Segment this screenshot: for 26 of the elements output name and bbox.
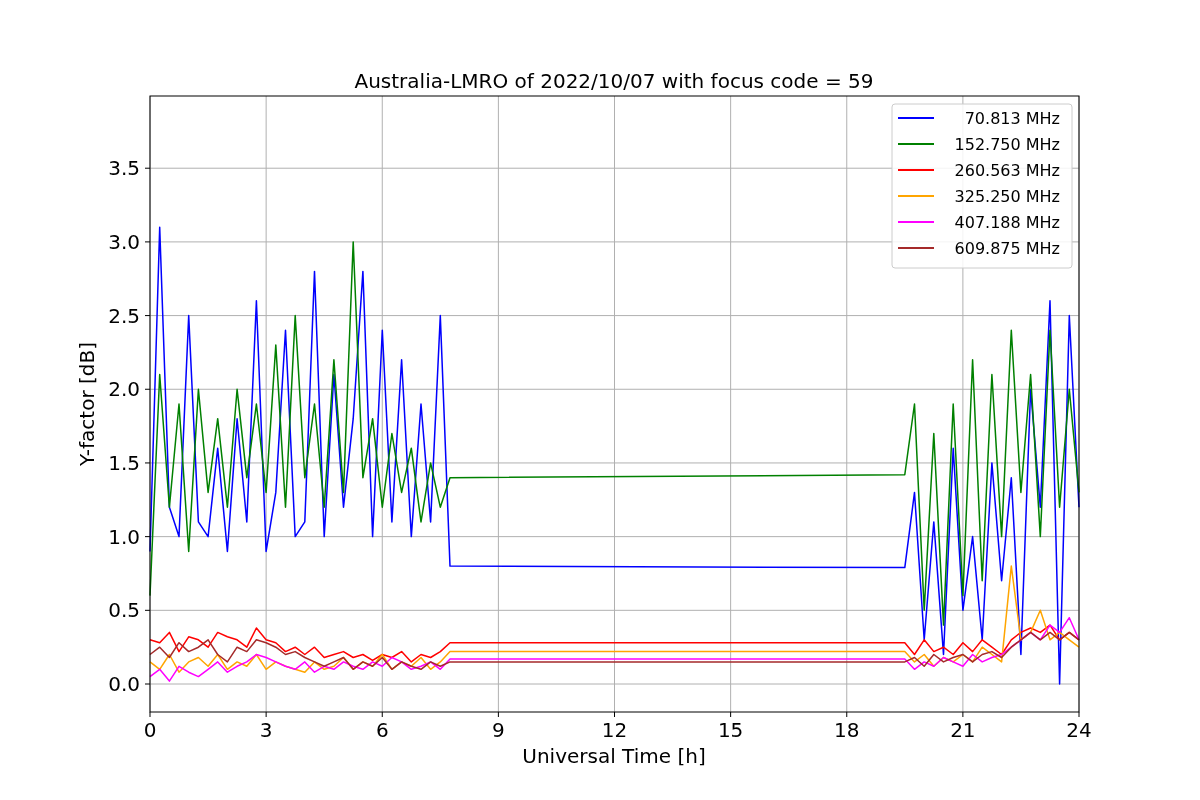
x-axis-label: Universal Time [h] bbox=[522, 744, 706, 768]
chart-title: Australia-LMRO of 2022/10/07 with focus code = 59 bbox=[354, 69, 874, 93]
x-tick-label: 9 bbox=[492, 718, 505, 742]
x-tick-label: 18 bbox=[834, 718, 860, 742]
x-tick-label: 12 bbox=[601, 718, 628, 742]
legend-label: 152.750 MHz bbox=[954, 135, 1060, 154]
y-tick-label: 0.0 bbox=[108, 672, 140, 696]
x-tick-label: 21 bbox=[950, 718, 976, 742]
y-tick-label: 3.5 bbox=[108, 156, 140, 181]
legend-label: 407.188 MHz bbox=[954, 213, 1060, 232]
y-tick-label: 3.0 bbox=[108, 229, 140, 254]
legend-label: 260.563 MHz bbox=[954, 161, 1060, 180]
y-tick-label: 2.0 bbox=[108, 377, 140, 402]
y-tick-label: 0.5 bbox=[108, 598, 140, 623]
y-tick-label: 1.0 bbox=[108, 524, 140, 549]
x-tick-label: 6 bbox=[375, 718, 389, 742]
x-tick-label: 24 bbox=[1066, 718, 1092, 742]
y-tick-label: 2.5 bbox=[108, 303, 140, 328]
x-tick-label: 0 bbox=[143, 718, 157, 742]
y-axis-label: Y-factor [dB] bbox=[75, 342, 99, 466]
y-tick-label: 1.5 bbox=[108, 450, 140, 475]
x-tick-label: 15 bbox=[717, 718, 744, 742]
x-tick-label: 3 bbox=[259, 718, 273, 742]
legend-label: 609.875 MHz bbox=[954, 239, 1060, 258]
legend-label: 325.250 MHz bbox=[954, 187, 1060, 206]
legend-label: 70.813 MHz bbox=[964, 109, 1060, 128]
